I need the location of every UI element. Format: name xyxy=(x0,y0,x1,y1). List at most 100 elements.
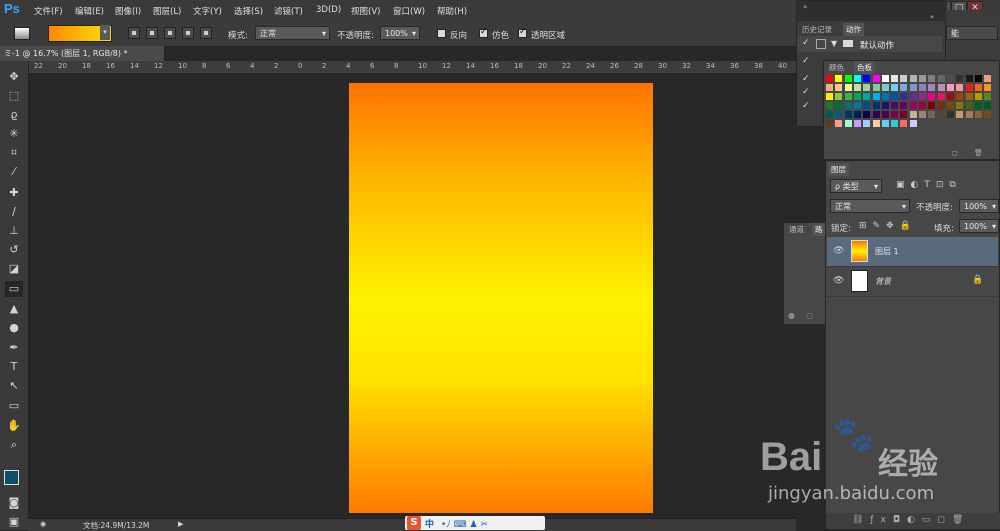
color-swatch[interactable] xyxy=(900,102,908,109)
color-swatch[interactable] xyxy=(863,75,871,82)
layer-name[interactable]: 背景 xyxy=(875,276,891,287)
eye-icon[interactable]: 👁 xyxy=(833,247,844,256)
color-swatch[interactable] xyxy=(881,93,889,100)
color-swatch[interactable] xyxy=(891,102,899,109)
menu-type[interactable]: 文字(Y) xyxy=(193,5,222,17)
color-swatch[interactable] xyxy=(881,102,889,109)
history-brush-tool-icon[interactable]: ↺ xyxy=(5,242,23,258)
color-swatch[interactable] xyxy=(965,84,973,91)
color-swatch[interactable] xyxy=(937,93,945,100)
color-swatch[interactable] xyxy=(909,93,917,100)
healing-brush-tool-icon[interactable]: ✚ xyxy=(5,185,23,201)
color-swatch[interactable] xyxy=(853,75,861,82)
color-swatch[interactable] xyxy=(835,75,843,82)
color-swatch[interactable] xyxy=(956,84,964,91)
color-swatch[interactable] xyxy=(826,111,833,118)
color-swatch[interactable] xyxy=(872,102,880,109)
menu-help[interactable]: 帮助(H) xyxy=(437,5,467,17)
action-row[interactable]: ✓ ▼ 默认动作 xyxy=(797,36,942,52)
check-icon[interactable]: ✓ xyxy=(802,38,810,48)
color-swatch[interactable] xyxy=(946,75,954,82)
color-swatch[interactable] xyxy=(835,102,843,109)
layer-filter-select[interactable]: ρ 类型 ▾ xyxy=(830,179,882,193)
color-swatch[interactable] xyxy=(900,84,908,91)
angle-gradient-button[interactable] xyxy=(164,27,176,39)
color-swatch[interactable] xyxy=(909,111,917,118)
delete-swatch-icon[interactable]: 🗑 xyxy=(974,149,983,157)
color-swatch[interactable] xyxy=(891,84,899,91)
menu-view[interactable]: 视图(V) xyxy=(351,5,380,17)
check-icon[interactable]: ✓ xyxy=(802,101,810,111)
color-swatch[interactable] xyxy=(844,120,852,127)
lasso-tool-icon[interactable]: ϱ xyxy=(5,107,23,123)
opacity-field[interactable]: 100% ▾ xyxy=(380,26,420,40)
color-swatch[interactable] xyxy=(928,84,936,91)
color-swatch[interactable] xyxy=(872,111,880,118)
new-swatch-icon[interactable]: ◻ xyxy=(952,149,958,157)
crop-tool-icon[interactable]: ⌗ xyxy=(5,145,23,161)
color-swatch[interactable] xyxy=(835,84,843,91)
tab-swatches[interactable]: 色板 xyxy=(854,61,875,74)
color-swatch[interactable] xyxy=(984,93,992,100)
collapse-icon[interactable]: » xyxy=(803,3,807,11)
color-swatch[interactable] xyxy=(974,93,982,100)
type-tool-icon[interactable]: T xyxy=(5,359,23,375)
color-swatch[interactable] xyxy=(891,120,899,127)
color-swatch[interactable] xyxy=(974,102,982,109)
menu-file[interactable]: 文件(F) xyxy=(34,5,63,17)
color-swatch[interactable] xyxy=(928,102,936,109)
color-swatch[interactable] xyxy=(835,120,843,127)
color-swatch[interactable] xyxy=(872,120,880,127)
screen-mode-icon[interactable]: ▣ xyxy=(5,514,23,530)
color-swatch[interactable] xyxy=(928,75,936,82)
color-swatch[interactable] xyxy=(853,84,861,91)
menu-select[interactable]: 选择(S) xyxy=(234,5,263,17)
color-swatch[interactable] xyxy=(863,93,871,100)
color-swatch[interactable] xyxy=(853,102,861,109)
menu-image[interactable]: 图像(I) xyxy=(115,5,141,17)
menu-window[interactable]: 窗口(W) xyxy=(393,5,425,17)
tab-history[interactable]: 历史记录 xyxy=(799,23,835,36)
color-swatch[interactable] xyxy=(853,111,861,118)
menu-edit[interactable]: 编辑(E) xyxy=(75,5,104,17)
color-swatch[interactable] xyxy=(900,75,908,82)
dodge-tool-icon[interactable]: ● xyxy=(5,320,23,336)
fill-field[interactable]: 100% ▾ xyxy=(959,219,999,233)
color-swatch[interactable] xyxy=(919,75,926,82)
stamp-tool-icon[interactable]: ⊥ xyxy=(5,223,23,239)
color-swatch[interactable] xyxy=(863,102,871,109)
reflected-gradient-button[interactable] xyxy=(182,27,194,39)
color-swatch[interactable] xyxy=(872,93,880,100)
color-swatch[interactable] xyxy=(965,102,973,109)
color-swatch[interactable] xyxy=(946,84,954,91)
color-swatch[interactable] xyxy=(891,75,899,82)
color-swatch[interactable] xyxy=(863,120,871,127)
color-swatch[interactable] xyxy=(919,111,926,118)
pen-tool-icon[interactable]: ✒ xyxy=(5,340,23,356)
eye-icon[interactable]: 👁 xyxy=(833,277,844,286)
color-swatch[interactable] xyxy=(844,102,852,109)
move-tool-icon[interactable]: ✥ xyxy=(5,69,23,85)
expand-icon[interactable]: ▼ xyxy=(831,39,837,48)
chevron-down-icon[interactable]: ▾ xyxy=(100,25,110,40)
color-swatch[interactable] xyxy=(844,84,852,91)
color-swatch[interactable] xyxy=(881,120,889,127)
color-swatch[interactable] xyxy=(974,75,982,82)
workspace-select[interactable]: 能 xyxy=(946,26,998,40)
linear-gradient-button[interactable] xyxy=(128,27,140,39)
eyedropper-tool-icon[interactable]: ⁄ xyxy=(5,164,23,180)
color-swatch[interactable] xyxy=(844,111,852,118)
color-swatch[interactable] xyxy=(965,111,973,118)
tab-paths[interactable]: 路 xyxy=(812,223,826,236)
color-swatch[interactable] xyxy=(928,111,936,118)
menu-filter[interactable]: 滤镜(T) xyxy=(274,5,303,17)
layer-row[interactable]: 👁 背景 🔒 xyxy=(827,267,998,297)
color-swatch[interactable] xyxy=(909,120,917,127)
menu-3d[interactable]: 3D(D) xyxy=(316,5,341,15)
color-swatch[interactable] xyxy=(984,75,992,82)
magic-wand-tool-icon[interactable]: ✳ xyxy=(5,126,23,142)
panel-collapse-icon[interactable]: « xyxy=(930,13,934,21)
blend-mode-select[interactable]: 正常 ▾ xyxy=(830,199,910,213)
color-swatch[interactable] xyxy=(984,111,992,118)
color-swatch[interactable] xyxy=(881,111,889,118)
